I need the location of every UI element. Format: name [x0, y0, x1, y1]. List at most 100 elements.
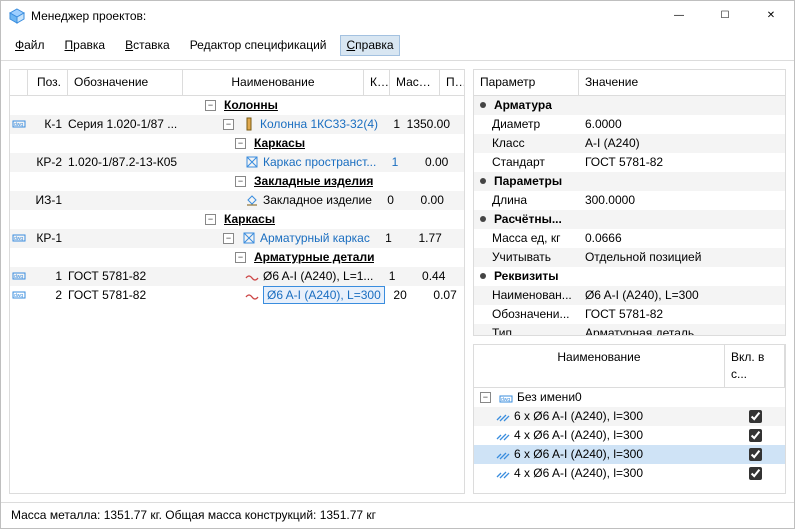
include-checkbox[interactable]: [749, 410, 762, 423]
status-bar: Масса металла: 1351.77 кг. Общая масса к…: [1, 502, 794, 528]
item-label[interactable]: Колонна 1КС33-32(4): [260, 116, 378, 133]
hatch-icon: [496, 428, 510, 442]
row-kr1[interactable]: КР-1 − Арматурный каркас 1 1.77: [10, 229, 464, 248]
group-karkasy-2[interactable]: −Каркасы: [10, 210, 464, 229]
param-tip: Тип: [474, 325, 579, 336]
close-button[interactable]: ✕: [748, 1, 794, 31]
content-area: Поз. Обозначение Наименование К... Масса…: [1, 61, 794, 502]
param-dlina: Длина: [474, 192, 579, 209]
col-p-header[interactable]: П...: [440, 70, 464, 95]
param-value[interactable]: 0.0666: [579, 230, 785, 247]
param-header: Параметр Значение: [474, 70, 785, 96]
includes-root-row[interactable]: − Без имени0: [474, 388, 785, 407]
value-col-header[interactable]: Значение: [579, 70, 785, 95]
dwg-icon: [12, 267, 26, 281]
hatch-icon: [496, 447, 510, 461]
window-title: Менеджер проектов:: [31, 8, 656, 25]
param-col-header[interactable]: Параметр: [474, 70, 579, 95]
param-value[interactable]: 300.0000: [579, 192, 785, 209]
param-naimenovanie: Наименован...: [474, 287, 579, 304]
status-text: Масса металла: 1351.77 кг. Общая масса к…: [11, 508, 376, 522]
hatch-icon: [496, 466, 510, 480]
expander-icon[interactable]: −: [480, 392, 491, 403]
param-value[interactable]: ГОСТ 5781-82: [579, 306, 785, 323]
param-value[interactable]: Арматурная деталь: [579, 325, 785, 336]
titlebar: Менеджер проектов: — ☐ ✕: [1, 1, 794, 31]
include-checkbox[interactable]: [749, 448, 762, 461]
row-iz1[interactable]: ИЗ-1 Закладное изделие 0 0.00: [10, 191, 464, 210]
param-value[interactable]: A-I (А240): [579, 135, 785, 152]
menu-file[interactable]: Файл: [9, 35, 51, 56]
param-massa-ed: Масса ед, кг: [474, 230, 579, 247]
include-checkbox[interactable]: [749, 429, 762, 442]
item-label-selected[interactable]: Ø6 A-I (А240), L=300: [263, 286, 385, 305]
menu-help[interactable]: Справка: [340, 35, 399, 56]
col-naim-header[interactable]: Наименование: [183, 70, 364, 95]
hatch-icon: [496, 409, 510, 423]
menu-edit[interactable]: Правка: [59, 35, 112, 56]
includes-item[interactable]: 4 x Ø6 A-I (А240), l=300: [474, 464, 785, 483]
item-label[interactable]: Арматурный каркас: [260, 230, 370, 247]
dwg-icon: [12, 115, 26, 129]
app-icon: [9, 8, 25, 24]
right-column: Параметр Значение Арматура Диаметр6.0000…: [473, 69, 786, 494]
col-poz-header[interactable]: Поз.: [28, 70, 68, 95]
group-parametry: Параметры: [474, 173, 579, 190]
column-icon: [242, 117, 256, 131]
row-rebar-1[interactable]: 1 ГОСТ 5781-82 Ø6 A-I (А240), L=1... 1 0…: [10, 267, 464, 286]
group-zakl[interactable]: −Закладные изделия: [10, 172, 464, 191]
param-value[interactable]: ГОСТ 5781-82: [579, 154, 785, 171]
structure-tree-body[interactable]: −Колонны К-1 Серия 1.020-1/87 ... − Коло…: [10, 96, 464, 494]
expander-icon[interactable]: −: [235, 138, 246, 149]
group-karkasy-1[interactable]: −Каркасы: [10, 134, 464, 153]
row-rebar-2[interactable]: 2 ГОСТ 5781-82 Ø6 A-I (А240), L=300 20 0…: [10, 286, 464, 305]
param-standard: Стандарт: [474, 154, 579, 171]
frame-icon: [245, 155, 259, 169]
row-kr2[interactable]: КР-2 1.020-1/87.2-13-К05 Каркас простран…: [10, 153, 464, 172]
expander-icon[interactable]: −: [223, 119, 234, 130]
expander-icon[interactable]: −: [205, 100, 216, 111]
item-label[interactable]: Каркас пространст...: [263, 154, 376, 171]
group-armatura: Арматура: [474, 97, 579, 114]
param-value[interactable]: Отдельной позицией: [579, 249, 785, 266]
param-value[interactable]: 6.0000: [579, 116, 785, 133]
col-obo-header[interactable]: Обозначение: [68, 70, 183, 95]
param-body[interactable]: Арматура Диаметр6.0000 КлассA-I (А240) С…: [474, 96, 785, 336]
param-klass: Класс: [474, 135, 579, 152]
includes-panel: Наименование Вкл. в с... − Без имени0 6 …: [473, 344, 786, 494]
param-diametr: Диаметр: [474, 116, 579, 133]
item-label: Ø6 A-I (А240), L=1...: [263, 268, 373, 285]
expander-icon[interactable]: −: [235, 176, 246, 187]
maximize-button[interactable]: ☐: [702, 1, 748, 31]
group-rekvizity: Реквизиты: [474, 268, 579, 285]
includes-item[interactable]: 6 x Ø6 A-I (А240), l=300: [474, 407, 785, 426]
menu-spec-editor[interactable]: Редактор спецификаций: [184, 35, 333, 56]
group-arm-det[interactable]: −Арматурные детали: [10, 248, 464, 267]
includes-vkl-header[interactable]: Вкл. в с...: [725, 345, 785, 387]
row-k1[interactable]: К-1 Серия 1.020-1/87 ... − Колонна 1КС33…: [10, 115, 464, 134]
col-mass-header[interactable]: Масса ...: [390, 70, 440, 95]
expander-icon[interactable]: −: [235, 252, 246, 263]
root-label: Без имени0: [517, 389, 582, 406]
param-value[interactable]: Ø6 A-I (А240), L=300: [579, 287, 785, 304]
minimize-button[interactable]: —: [656, 1, 702, 31]
includes-body[interactable]: − Без имени0 6 x Ø6 A-I (А240), l=300 4 …: [474, 388, 785, 493]
includes-header: Наименование Вкл. в с...: [474, 345, 785, 388]
includes-item[interactable]: 4 x Ø6 A-I (А240), l=300: [474, 426, 785, 445]
frame-icon: [242, 231, 256, 245]
menu-insert[interactable]: Вставка: [119, 35, 176, 56]
structure-header: Поз. Обозначение Наименование К... Масса…: [10, 70, 464, 96]
dwg-icon: [12, 229, 26, 243]
include-checkbox[interactable]: [749, 467, 762, 480]
expander-icon[interactable]: −: [205, 214, 216, 225]
structure-tree-panel: Поз. Обозначение Наименование К... Масса…: [9, 69, 465, 494]
includes-item-selected[interactable]: 6 x Ø6 A-I (А240), l=300: [474, 445, 785, 464]
includes-naim-header[interactable]: Наименование: [474, 345, 725, 387]
col-qty-header[interactable]: К...: [364, 70, 390, 95]
expander-icon[interactable]: −: [223, 233, 234, 244]
group-kolonny[interactable]: −Колонны: [10, 96, 464, 115]
include-label: 4 x Ø6 A-I (А240), l=300: [514, 465, 643, 482]
include-label: 6 x Ø6 A-I (А240), l=300: [514, 408, 643, 425]
menubar: Файл Правка Вставка Редактор спецификаци…: [1, 31, 794, 61]
group-raschet: Расчётны...: [474, 211, 579, 228]
